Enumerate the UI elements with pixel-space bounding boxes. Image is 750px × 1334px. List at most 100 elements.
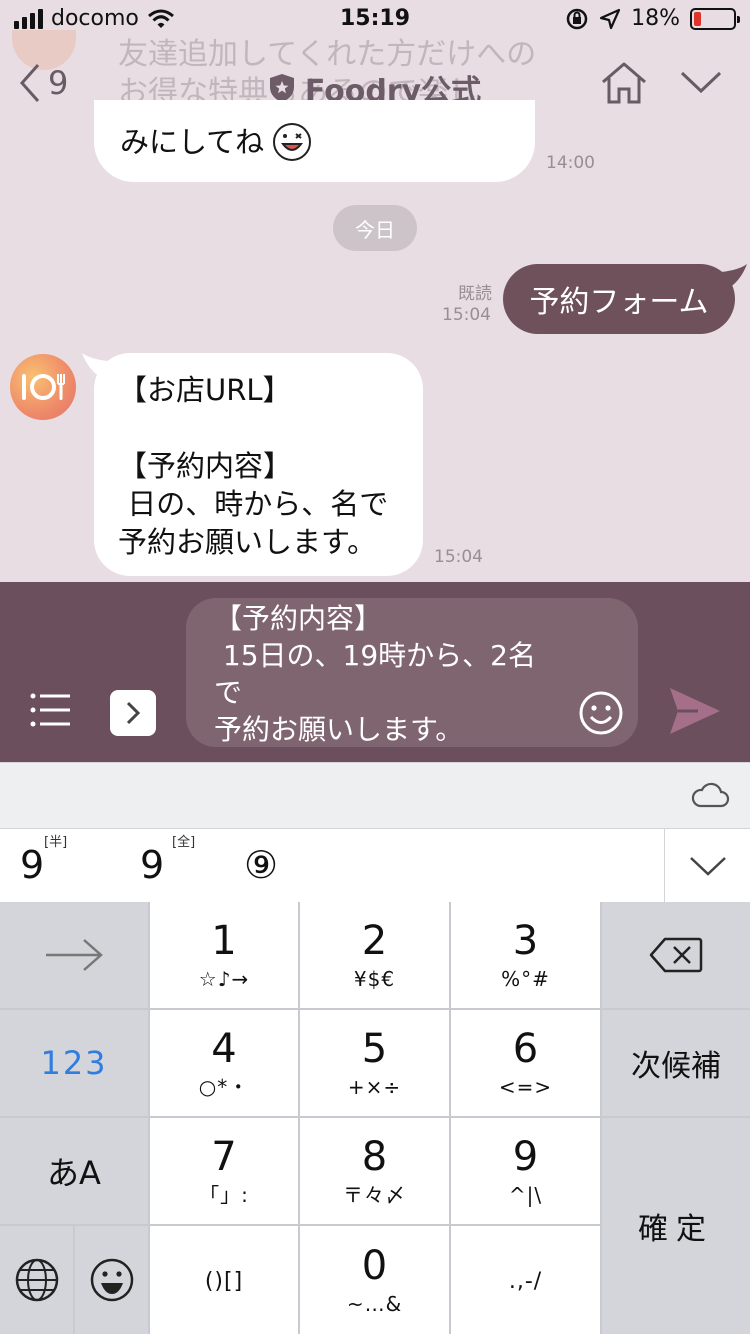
- key-label: あA: [47, 1154, 101, 1192]
- key-sub: 〒々〆: [343, 1183, 406, 1207]
- globe-key[interactable]: [0, 1226, 73, 1334]
- key-label: 123: [40, 1044, 108, 1082]
- expand-candidates-button[interactable]: [664, 829, 750, 903]
- globe-icon: [15, 1258, 58, 1302]
- battery-icon: [690, 7, 740, 30]
- key-sub: ~…&: [346, 1292, 403, 1316]
- keyboard-accessory-bar: [0, 762, 750, 828]
- menu-dropdown-button[interactable]: [680, 70, 722, 98]
- date-separator: 今日: [333, 205, 417, 251]
- message-time: 15:04: [442, 305, 491, 325]
- message-text: みにしてね: [120, 125, 265, 159]
- key-sub: 「」:: [199, 1183, 249, 1207]
- home-button[interactable]: [600, 62, 648, 108]
- key-9[interactable]: 9 ^|\: [451, 1118, 600, 1224]
- rotation-lock-icon: [566, 8, 588, 29]
- key-sub: ¥$€: [353, 967, 396, 991]
- key-3[interactable]: 3 %°#: [451, 902, 600, 1008]
- input-line: 予約お願いします。: [214, 713, 464, 746]
- kana-mode-key[interactable]: あA: [0, 1118, 148, 1224]
- key-punctuation[interactable]: .,-/: [451, 1226, 600, 1334]
- key-sub: +×÷: [347, 1075, 402, 1099]
- key-main: 0: [361, 1243, 388, 1289]
- key-label: 確定: [638, 1212, 714, 1247]
- sticker-emoji-icon: [273, 123, 312, 161]
- input-line: で: [214, 676, 243, 709]
- candidate-item[interactable]: 9 [半]: [20, 835, 67, 887]
- key-4[interactable]: 4 ○*・: [150, 1010, 298, 1116]
- key-sub: ^|\: [508, 1183, 543, 1207]
- expand-toolbar-button[interactable]: [110, 690, 156, 736]
- key-2[interactable]: 2 ¥$€: [300, 902, 449, 1008]
- key-0[interactable]: 0 ~…&: [300, 1226, 449, 1334]
- key-brackets[interactable]: ()[]: [150, 1226, 298, 1334]
- candidate-tag: [全]: [172, 835, 196, 850]
- message-input[interactable]: 【予約内容】 15日の、19時から、2名 で 予約お願いします。: [186, 598, 638, 747]
- backspace-key[interactable]: [602, 902, 750, 1008]
- key-main: 6: [512, 1026, 539, 1072]
- message-line: 日の、時から、名で: [118, 487, 389, 521]
- key-main: 2: [361, 918, 388, 964]
- input-line: 【予約内容】: [214, 602, 383, 635]
- bot-avatar[interactable]: [10, 354, 76, 420]
- key-6[interactable]: 6 <=>: [451, 1010, 600, 1116]
- key-main: 9: [512, 1134, 539, 1180]
- input-line: 15日の、19時から、2名: [214, 639, 536, 672]
- message-line: [118, 409, 418, 447]
- candidate-text: 9: [20, 843, 45, 887]
- cloud-button[interactable]: [690, 779, 730, 813]
- key-7[interactable]: 7 「」:: [150, 1118, 298, 1224]
- verified-badge-icon: [269, 74, 294, 102]
- emoji-button[interactable]: [578, 690, 624, 740]
- cursor-move-key[interactable]: [0, 902, 148, 1008]
- key-sub: ○*・: [198, 1075, 250, 1099]
- bot-message: 【お店URL】 【予約内容】 日の、時から、名で 予約お願いします。: [82, 353, 423, 576]
- message-time: 14:00: [546, 153, 595, 173]
- message-line: 【お店URL】: [118, 373, 292, 407]
- key-main: 1: [211, 918, 237, 964]
- send-button[interactable]: [668, 686, 722, 740]
- next-candidate-key[interactable]: 次候補: [602, 1010, 750, 1116]
- location-icon: [599, 8, 621, 29]
- key-5[interactable]: 5 +×÷: [300, 1010, 449, 1116]
- key-main: 5: [361, 1026, 388, 1072]
- candidate-bar: 9 [半] 9 [全] ⑨: [0, 828, 750, 903]
- confirm-key[interactable]: 確定: [602, 1118, 750, 1334]
- candidate-item[interactable]: ⑨: [244, 843, 278, 887]
- arrow-right-icon: [46, 939, 103, 971]
- candidate-item[interactable]: 9 [全]: [140, 835, 195, 887]
- key-main: 7: [211, 1134, 237, 1180]
- status-bar: docomo 15:19 18%: [0, 0, 750, 40]
- home-icon: [602, 62, 646, 104]
- candidate-tag: [半]: [44, 835, 68, 850]
- key-main: .,-/: [508, 1269, 543, 1294]
- menu-button[interactable]: [30, 692, 72, 732]
- message-time: 15:04: [434, 547, 483, 567]
- key-main: 4: [211, 1026, 237, 1072]
- smiley-icon: [90, 1258, 133, 1302]
- plate-fork-icon: [22, 374, 65, 400]
- bubble-tail: [82, 353, 108, 377]
- bot-message: みにしてね: [94, 100, 535, 182]
- key-sub: %°#: [501, 967, 550, 991]
- battery-percent: 18%: [631, 6, 680, 31]
- keyboard: 123 あA 1 ☆♪→ 2 ¥$€ 3 %°# 4 ○*・ 5 +×÷ 6 <…: [0, 902, 750, 1334]
- key-sub: <=>: [498, 1075, 553, 1099]
- list-menu-icon: [30, 693, 70, 727]
- key-1[interactable]: 1 ☆♪→: [150, 902, 298, 1008]
- chevron-down-icon: [680, 71, 722, 94]
- send-icon: [670, 688, 720, 734]
- backspace-icon: [649, 937, 703, 973]
- number-mode-key[interactable]: 123: [0, 1010, 148, 1116]
- bubble-tail: [721, 264, 747, 288]
- message-text: 予約フォーム: [529, 285, 709, 320]
- key-label: 次候補: [631, 1049, 721, 1084]
- key-8[interactable]: 8 〒々〆: [300, 1118, 449, 1224]
- key-sub: ☆♪→: [198, 967, 250, 991]
- sent-message: 予約フォーム: [503, 264, 747, 334]
- key-main: ()[]: [204, 1269, 244, 1294]
- key-main: 3: [512, 918, 539, 964]
- candidate-text: 9: [140, 843, 165, 887]
- key-main: 8: [361, 1134, 388, 1180]
- emoji-key[interactable]: [75, 1226, 148, 1334]
